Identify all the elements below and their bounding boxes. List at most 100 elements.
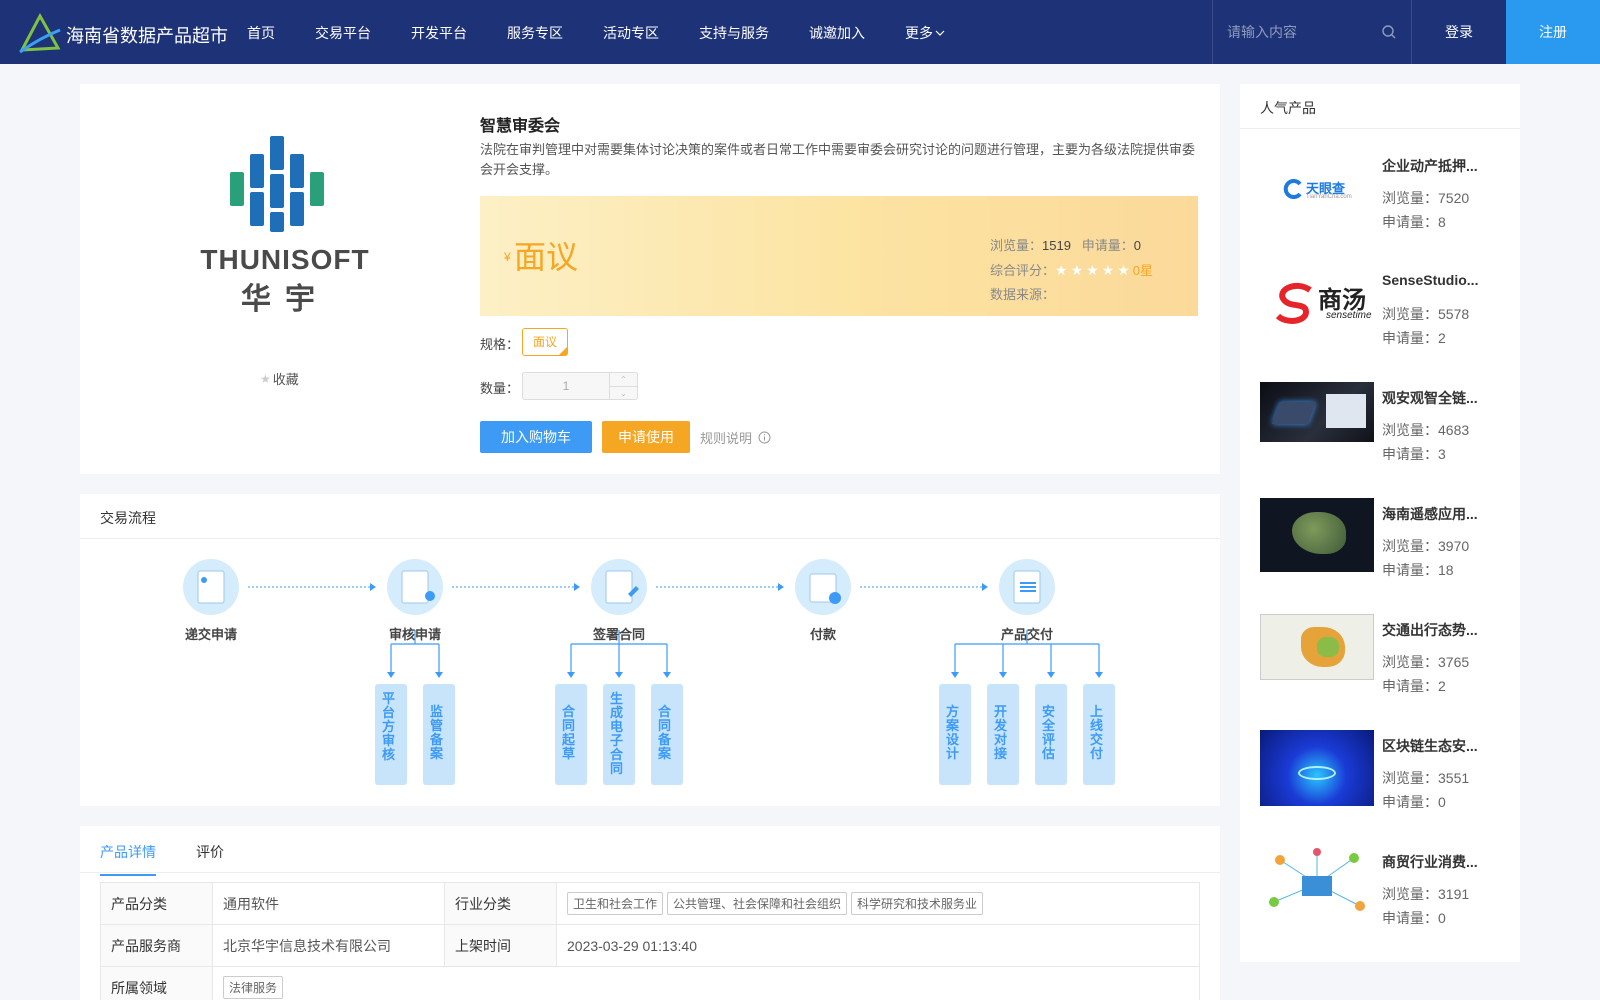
provider-label: 产品服务商 [100, 924, 213, 967]
nav-activity[interactable]: 活动专区 [603, 23, 659, 43]
substep-supervision: 监管备案 [430, 704, 444, 761]
sensetime-logo: 商汤 sensetime [1260, 266, 1374, 342]
applications: 申请量：18 [1382, 562, 1454, 578]
tianyancha-logo-icon [1283, 179, 1302, 199]
product-logo: THUNISOFT 华宇 [180, 134, 390, 316]
add-to-cart-button[interactable]: 加入购物车 [480, 421, 592, 453]
details-card: 产品详情 评价 产品分类 通用软件 行业分类 卫生和社会工作 公共管理、社会保障和… [80, 826, 1220, 1000]
favorite-button[interactable]: ★ 收藏 [260, 369, 299, 388]
industry-tag: 科学研究和技术服务业 [851, 892, 984, 915]
search-icon[interactable] [1381, 24, 1397, 40]
product-card: THUNISOFT 华宇 ★ 收藏 智慧审委会 法院在审判管理中对需要集体讨论决策… [80, 84, 1220, 474]
apply-button[interactable]: 申请使用 [602, 421, 690, 453]
step-review: 审核申请 [388, 627, 441, 642]
popular-item[interactable]: 交通出行态势... 浏览量：3765 申请量：2 [1260, 614, 1510, 704]
substep-contract-filing: 合同备案 [658, 704, 672, 761]
divider [1240, 128, 1520, 129]
views: 浏览量：3970 [1382, 538, 1470, 554]
nav-dev[interactable]: 开发平台 [411, 23, 467, 43]
blockchain-art [1260, 730, 1374, 806]
industry-label: 行业分类 [444, 882, 557, 925]
currency-symbol: ¥ [504, 250, 511, 264]
nav-support[interactable]: 支持与服务 [699, 23, 769, 43]
listing-time-label: 上架时间 [444, 924, 557, 967]
rating-text: 0星 [1132, 263, 1154, 278]
stats-row-3: 数据来源： [990, 283, 1153, 307]
network-icon [1269, 848, 1365, 911]
table-row: 所属领域 法律服务 [100, 966, 1200, 1000]
applications: 申请量：2 [1382, 330, 1446, 346]
tab-reviews[interactable]: 评价 [196, 842, 224, 862]
listing-time-value: 2023-03-29 01:13:40 [556, 924, 1200, 967]
network-illustration [1260, 846, 1374, 922]
nav-home[interactable]: 首页 [247, 23, 275, 43]
brand-name[interactable]: 海南省数据产品超市 [66, 22, 228, 48]
views-value: 1519 [1042, 238, 1071, 253]
search-box [1212, 0, 1412, 64]
applications: 申请量：8 [1382, 214, 1446, 230]
spec-option[interactable]: 面议 [522, 328, 568, 356]
substep-draft: 合同起草 [562, 704, 576, 761]
product-stats: 浏览量：1519 申请量：0 综合评分：★★★★★0星 数据来源： [990, 234, 1153, 307]
search-input[interactable] [1227, 20, 1377, 44]
region-image [1317, 637, 1339, 657]
domain-tag: 法律服务 [223, 976, 284, 999]
rules-label: 规则说明 [700, 431, 753, 446]
product-name: 企业动产抵押... [1382, 158, 1478, 174]
brand-logo-icon[interactable] [18, 12, 62, 54]
popular-item[interactable]: 区块链生态安... 浏览量：3551 申请量：0 [1260, 730, 1510, 820]
ring-image [1298, 766, 1336, 780]
screen-image [1326, 394, 1366, 428]
product-stats: 浏览量：7520 申请量：8 [1382, 186, 1469, 234]
nav-more[interactable]: 更多 [905, 23, 945, 43]
register-button[interactable]: 注册 [1506, 0, 1600, 64]
popular-item[interactable]: 天眼查 TianYanCha.com 企业动产抵押... 浏览量：7520 申请量… [1260, 150, 1510, 240]
chevron-down-icon [935, 30, 945, 36]
product-info-table: 产品分类 通用软件 行业分类 卫生和社会工作 公共管理、社会保障和社会组织 科学研究… [100, 882, 1200, 1000]
chevron-down-icon[interactable]: ⌄ [610, 387, 637, 400]
step-submit: 递交申请 [184, 627, 237, 642]
quantity-input[interactable] [523, 373, 609, 399]
tianyancha-sub: TianYanCha.com [1306, 194, 1352, 200]
product-stats: 浏览量：3765 申请量：2 [1382, 650, 1469, 698]
nav-trade[interactable]: 交易平台 [315, 23, 371, 43]
satellite-map [1260, 498, 1374, 572]
popular-item[interactable]: 海南遥感应用... 浏览量：3970 申请量：18 [1260, 498, 1510, 588]
tab-details[interactable]: 产品详情 [100, 842, 156, 876]
views: 浏览量：4683 [1382, 422, 1470, 438]
source-label: 数据来源： [990, 287, 1056, 302]
popular-item[interactable]: 观安观智全链... 浏览量：4683 申请量：3 [1260, 382, 1510, 472]
chevron-up-icon[interactable]: ⌃ [610, 373, 637, 387]
substep-security: 安全评估 [1042, 704, 1056, 761]
nav-service[interactable]: 服务专区 [507, 23, 563, 43]
top-navbar: 海南省数据产品超市 首页 交易平台 开发平台 服务专区 活动专区 支持与服务 诚… [0, 0, 1600, 64]
applications: 申请量：0 [1382, 794, 1446, 810]
industry-tag: 公共管理、社会保障和社会组织 [667, 892, 848, 915]
product-stats: 浏览量：5578 申请量：2 [1382, 302, 1469, 350]
step-contract: 签署合同 [592, 627, 645, 642]
apps-value: 0 [1133, 238, 1142, 253]
device-image [1271, 402, 1317, 424]
popular-item[interactable]: 商汤 sensetime SenseStudio... 浏览量：5578 申请量：… [1260, 266, 1510, 356]
rules-link[interactable]: 规则说明 [700, 428, 771, 447]
views-label: 浏览量： [990, 238, 1043, 253]
industry-tags: 卫生和社会工作 公共管理、社会保障和社会组织 科学研究和技术服务业 [556, 882, 1200, 925]
login-button[interactable]: 登录 [1412, 0, 1506, 64]
popular-item[interactable]: 商贸行业消费... 浏览量：3191 申请量：0 [1260, 846, 1510, 936]
favorite-label: 收藏 [272, 372, 299, 387]
domain-tags: 法律服务 [212, 966, 1200, 1000]
product-name: 商贸行业消费... [1382, 854, 1478, 870]
apps-label: 申请量： [1081, 238, 1134, 253]
nav-join[interactable]: 诚邀加入 [809, 23, 865, 43]
quantity-stepper: ⌃ ⌄ [522, 372, 638, 400]
applications: 申请量：0 [1382, 910, 1446, 926]
product-description: 法院在审判管理中对需要集体讨论决策的案件或者日常工作中需要审委会研究讨论的问题进… [480, 142, 1196, 177]
provider-value: 北京华宇信息技术有限公司 [212, 924, 445, 967]
sensetime-en: sensetime [1326, 310, 1372, 321]
spec-label: 规格： [480, 337, 520, 352]
views: 浏览量：7520 [1382, 190, 1470, 206]
substep-design: 方案设计 [946, 704, 960, 761]
main-nav: 首页 交易平台 开发平台 服务专区 活动专区 支持与服务 诚邀加入 更多 [247, 23, 985, 43]
island-image [1292, 512, 1346, 554]
divider [80, 872, 1220, 873]
